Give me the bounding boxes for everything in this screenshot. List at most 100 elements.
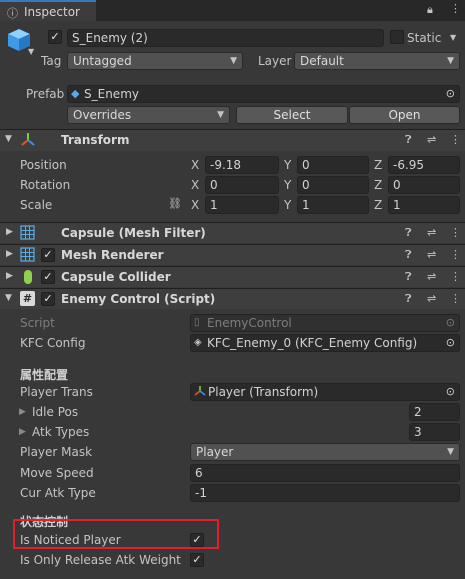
enemy-control-enabled-checkbox[interactable]: ✓ [41, 292, 55, 306]
prefab-value: S_Enemy [84, 87, 139, 101]
transform-header[interactable]: ▼ Transform ❓︎ ⇌ ⋮ [0, 129, 465, 151]
help-icon[interactable]: ❓︎ [405, 292, 412, 306]
static-dropdown-caret[interactable]: ▼ [450, 33, 456, 42]
chevron-down-icon: ▼ [217, 110, 224, 120]
presets-icon[interactable]: ⇌ [427, 270, 436, 283]
cur-atk-type-input[interactable]: -1 [190, 484, 460, 502]
chevron-down-icon: ▼ [447, 56, 454, 66]
cur-atk-type-label: Cur Atk Type [20, 486, 96, 500]
mesh-filter-header[interactable]: ▶ Capsule (Mesh Filter) ❓︎ ⇌ ⋮ [0, 222, 465, 243]
presets-icon[interactable]: ⇌ [427, 133, 436, 146]
capsule-collider-title: Capsule Collider [61, 270, 171, 284]
link-icon[interactable]: ⛓︎ [168, 197, 182, 210]
object-name-input[interactable]: S_Enemy (2) [67, 29, 384, 47]
chevron-down-icon: ▼ [230, 56, 237, 66]
mesh-filter-title: Capsule (Mesh Filter) [61, 226, 206, 240]
help-icon[interactable]: ❓︎ [405, 248, 412, 262]
expand-arrow-icon[interactable]: ▼ [5, 134, 12, 144]
kfc-config-value: KFC_Enemy_0 (KFC_Enemy Config) [207, 336, 418, 350]
section-header-attributes: 属性配置 [20, 368, 69, 382]
kfc-config-field[interactable]: ◈ KFC_Enemy_0 (KFC_Enemy Config) ⊙ [190, 334, 460, 352]
player-mask-dropdown[interactable]: Player ▼ [190, 443, 460, 461]
atk-types-size-input[interactable]: 3 [409, 423, 460, 441]
layer-dropdown[interactable]: Default ▼ [294, 52, 460, 70]
prefab-label: Prefab [26, 87, 65, 101]
transform-icon [20, 132, 36, 148]
rotation-z-input[interactable]: 0 [388, 176, 460, 194]
tag-dropdown[interactable]: Untagged ▼ [67, 52, 243, 70]
mesh-renderer-enabled-checkbox[interactable]: ✓ [41, 248, 55, 262]
info-icon: ⓘ [7, 7, 18, 20]
idle-pos-label: Idle Pos [32, 405, 79, 419]
player-mask-label: Player Mask [20, 445, 93, 459]
script-file-icon: ▯ [194, 317, 200, 328]
expand-arrow-icon[interactable]: ▶ [19, 427, 26, 437]
expand-arrow-icon[interactable]: ▶ [19, 407, 26, 417]
help-icon[interactable]: ❓︎ [405, 270, 412, 284]
position-x-input[interactable]: -9.18 [205, 156, 279, 174]
script-value: EnemyControl [207, 316, 292, 330]
expand-arrow-icon[interactable]: ▼ [5, 293, 12, 303]
scale-label: Scale [20, 198, 53, 212]
axis-x-label: X [191, 198, 200, 212]
position-label: Position [20, 158, 67, 172]
help-icon[interactable]: ❓︎ [405, 226, 412, 240]
capsule-collider-header[interactable]: ▶ ✓ Capsule Collider ❓︎ ⇌ ⋮ [0, 266, 465, 287]
expand-arrow-icon[interactable]: ▶ [6, 227, 13, 237]
presets-icon[interactable]: ⇌ [427, 292, 436, 305]
static-checkbox[interactable] [390, 30, 404, 44]
mesh-renderer-header[interactable]: ▶ ✓ Mesh Renderer ❓︎ ⇌ ⋮ [0, 244, 465, 265]
chevron-down-icon: ▼ [447, 447, 454, 457]
icon-dropdown-caret[interactable]: ▼ [28, 47, 34, 56]
expand-arrow-icon[interactable]: ▶ [6, 249, 13, 259]
idle-pos-size-input[interactable]: 2 [409, 403, 460, 421]
context-menu-icon[interactable]: ⋮ [450, 292, 461, 305]
kfc-config-label: KFC Config [20, 336, 86, 350]
scale-y-input[interactable]: 1 [297, 196, 369, 214]
tag-label: Tag [41, 54, 62, 68]
select-button[interactable]: Select [236, 106, 348, 124]
object-picker-icon[interactable]: ⊙ [446, 335, 455, 351]
object-picker-icon[interactable]: ⊙ [446, 86, 455, 102]
rotation-x-input[interactable]: 0 [205, 176, 279, 194]
more-menu-icon[interactable]: ⋮ [450, 2, 461, 15]
axis-y-label: Y [284, 178, 292, 192]
enemy-control-header[interactable]: ▼ # ✓ Enemy Control (Script) ❓︎ ⇌ ⋮ [0, 288, 465, 309]
is-only-release-atk-weight-label: Is Only Release Atk Weight [20, 553, 181, 567]
layer-value: Default [300, 54, 344, 68]
tab-inspector[interactable]: ⓘ Inspector [0, 0, 96, 21]
context-menu-icon[interactable]: ⋮ [450, 270, 461, 283]
layer-label: Layer [258, 54, 292, 68]
overrides-label: Overrides [73, 108, 132, 122]
expand-arrow-icon[interactable]: ▶ [6, 271, 13, 281]
object-picker-icon[interactable]: ⊙ [446, 384, 455, 400]
lock-icon[interactable]: 🔒︎ [427, 3, 433, 17]
presets-icon[interactable]: ⇌ [427, 248, 436, 261]
presets-icon[interactable]: ⇌ [427, 226, 436, 239]
move-speed-input[interactable]: 6 [190, 464, 460, 482]
context-menu-icon[interactable]: ⋮ [450, 133, 461, 146]
static-label: Static [407, 31, 442, 45]
config-asset-icon: ◈ [194, 337, 202, 348]
scale-z-input[interactable]: 1 [388, 196, 460, 214]
scale-x-input[interactable]: 1 [205, 196, 279, 214]
position-z-input[interactable]: -6.95 [388, 156, 460, 174]
axis-x-label: X [191, 158, 200, 172]
open-button[interactable]: Open [349, 106, 460, 124]
move-speed-label: Move Speed [20, 466, 94, 480]
overrides-dropdown[interactable]: Overrides ▼ [67, 106, 230, 124]
context-menu-icon[interactable]: ⋮ [450, 226, 461, 239]
active-checkbox[interactable]: ✓ [48, 30, 62, 44]
player-trans-field[interactable]: Player (Transform) ⊙ [190, 383, 460, 401]
script-icon: # [20, 291, 35, 306]
context-menu-icon[interactable]: ⋮ [450, 248, 461, 261]
prefab-field[interactable]: ◆ S_Enemy ⊙ [67, 85, 460, 103]
rotation-y-input[interactable]: 0 [297, 176, 369, 194]
player-trans-label: Player Trans [20, 385, 93, 399]
position-y-input[interactable]: 0 [297, 156, 369, 174]
help-icon[interactable]: ❓︎ [405, 133, 412, 147]
capsule-collider-enabled-checkbox[interactable]: ✓ [41, 270, 55, 284]
mesh-filter-icon [20, 225, 35, 240]
is-only-release-atk-weight-checkbox[interactable]: ✓ [190, 553, 204, 567]
transform-icon [194, 385, 206, 397]
